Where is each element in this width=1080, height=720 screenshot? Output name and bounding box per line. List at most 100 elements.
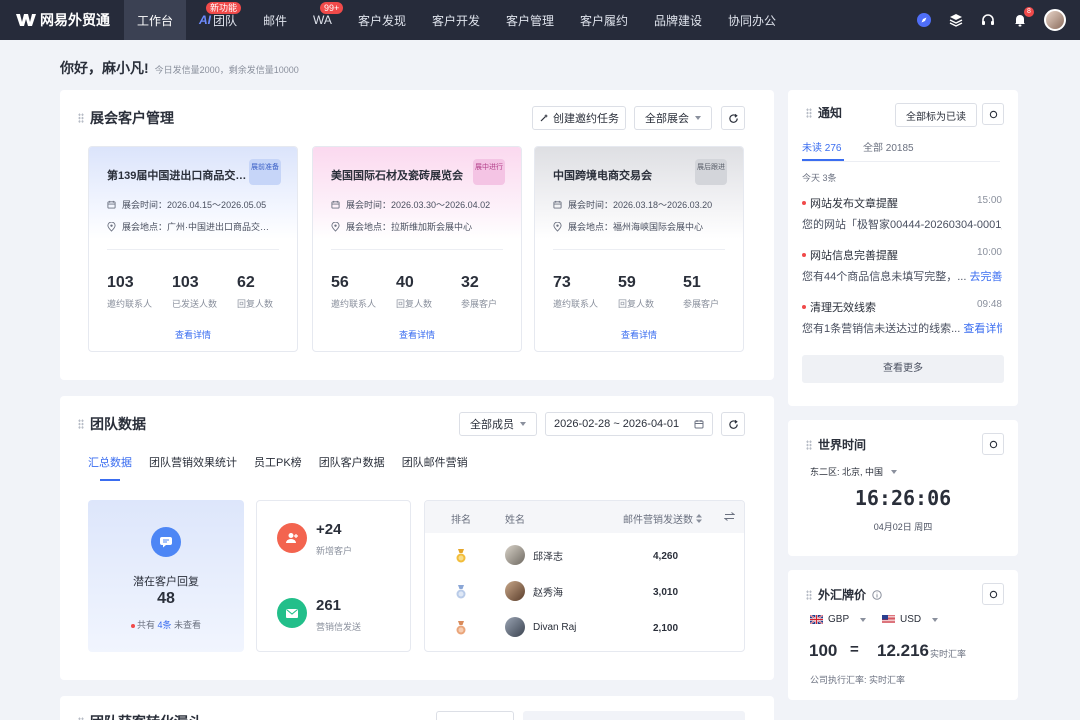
world-time-settings-button[interactable] <box>982 433 1004 455</box>
potential-replies-value: 48 <box>157 590 175 607</box>
nav-label: 团队 <box>213 13 238 28</box>
exhibition-title: 展会客户管理 <box>78 108 174 128</box>
stat-value: 59 <box>618 274 636 291</box>
forex-equals: = <box>850 641 859 658</box>
exhibition-item[interactable]: 美国国际石材及瓷砖展览会 展中进行 展会时间：2026.03.30～2026.0… <box>312 146 522 352</box>
exhibition-filter-select[interactable]: 全部展会 <box>634 106 712 130</box>
date-range-picker[interactable]: 2026-02-28 ~ 2026-04-01 <box>545 412 713 436</box>
drag-handle-icon[interactable] <box>806 107 812 118</box>
tab-summary[interactable]: 汇总数据 <box>88 454 132 481</box>
potential-replies-label: 潜在客户回复 <box>133 576 199 588</box>
funnel-title: 团队获客转化漏斗 <box>78 712 202 720</box>
notice-settings-button[interactable] <box>982 103 1004 125</box>
layers-icon[interactable] <box>948 12 964 28</box>
tab-team-mail-marketing[interactable]: 团队邮件营销 <box>402 454 468 470</box>
exhibition-time: 展会时间：2026.04.15～2026.05.05 <box>107 198 287 211</box>
drag-handle-icon[interactable] <box>806 589 812 600</box>
view-details-link[interactable]: 查看详情 <box>313 328 521 341</box>
exhibition-place: 展会地点：拉斯维加斯会展中心 <box>331 220 511 233</box>
info-icon[interactable] <box>872 589 882 600</box>
stat: 32 参展客户 <box>461 273 497 310</box>
exhibition-item[interactable]: 中国跨境电商交易会 展后跟进 展会时间：2026.03.18～2026.03.2… <box>534 146 744 352</box>
time-value: 2026.03.30～2026.04.02 <box>391 200 491 210</box>
drag-handle-icon[interactable] <box>806 439 812 450</box>
compass-icon[interactable] <box>916 12 932 28</box>
forex-settings-button[interactable] <box>982 583 1004 605</box>
avatar[interactable] <box>1044 9 1066 31</box>
swap-icon[interactable] <box>724 512 735 521</box>
avatar <box>505 545 525 565</box>
stat-value: 103 <box>172 274 199 291</box>
from-currency-select[interactable]: GBP <box>810 614 867 625</box>
create-invite-button[interactable]: 创建邀约任务 <box>532 106 626 130</box>
notice-item[interactable]: 网站发布文章提醒 15:00 您的网站「极智家00444-20260304-00… <box>802 195 1002 232</box>
nav-customer-management[interactable]: 客户管理 <box>493 0 567 40</box>
headset-icon[interactable] <box>980 12 996 28</box>
wa-count-badge: 99+ <box>320 2 344 14</box>
brand[interactable]: 网易外贸通 <box>0 0 124 40</box>
notice-item-title: 网站信息完善提醒 <box>810 250 898 262</box>
funnel-title-text: 团队获客转化漏斗 <box>90 712 202 720</box>
table-row[interactable]: 赵秀海 3,010 <box>425 575 744 611</box>
table-row[interactable]: Divan Raj 2,100 <box>425 611 744 647</box>
nav-label: 品牌建设 <box>654 13 703 28</box>
nav-collaboration[interactable]: 协同办公 <box>715 0 789 40</box>
nav-label: 客户开发 <box>431 13 480 28</box>
view-details-link[interactable]: 查看详情 <box>963 323 1002 335</box>
unread-dot-icon <box>802 305 806 309</box>
notice-item[interactable]: 清理无效线索 09:48 您有1条营销信未送达过的线索... 查看详情 <box>802 299 1002 336</box>
nav-mail[interactable]: 邮件 <box>250 0 300 40</box>
view-more-button[interactable]: 查看更多 <box>802 355 1004 383</box>
nav-brand-building[interactable]: 品牌建设 <box>641 0 715 40</box>
red-dot-icon <box>130 623 135 628</box>
tab-employee-pk[interactable]: 员工PK榜 <box>254 454 302 470</box>
view-details-link[interactable]: 查看详情 <box>535 328 743 341</box>
notice-item-desc: 您有1条营销信未送达过的线索... <box>802 323 961 335</box>
silver-medal-icon <box>456 585 466 599</box>
place-value: 拉斯维加斯会展中心 <box>391 222 473 232</box>
bell-icon[interactable]: 8 <box>1012 7 1034 28</box>
nav-customer-discovery[interactable]: 客户发现 <box>345 0 419 40</box>
main-nav: 工作台 AI 团队 新功能 邮件 WA 99+ 客户发现 客户开发 客户管理 客… <box>124 0 789 40</box>
nav-team[interactable]: AI 团队 新功能 <box>186 0 250 40</box>
metric-header-text: 邮件营销发送数 <box>623 515 693 526</box>
nav-customer-development[interactable]: 客户开发 <box>419 0 493 40</box>
view-details-link[interactable]: 查看详情 <box>89 328 297 341</box>
table-row[interactable]: 邱泽志 4,260 <box>425 539 744 575</box>
brand-logo-icon <box>16 14 36 26</box>
drag-handle-icon[interactable] <box>78 113 84 123</box>
tab-team-customers[interactable]: 团队客户数据 <box>319 454 385 470</box>
funnel-segment-control[interactable] <box>523 711 745 720</box>
refresh-button[interactable] <box>721 106 745 130</box>
member-filter-select[interactable]: 全部成员 <box>459 412 537 436</box>
stat-value: 103 <box>107 274 134 291</box>
refresh-button[interactable] <box>721 412 745 436</box>
nav-label: 客户管理 <box>505 13 554 28</box>
drag-handle-icon[interactable] <box>78 419 84 429</box>
divider <box>802 161 1000 162</box>
to-currency-select[interactable]: USD <box>882 614 939 625</box>
stat: 59 回复人数 <box>618 273 654 310</box>
rank-header: 排名 <box>451 515 471 526</box>
timezone-select[interactable]: 东二区: 北京, 中国 <box>810 465 898 478</box>
us-flag-icon <box>882 615 895 624</box>
tab-marketing-effect[interactable]: 团队营销效果统计 <box>149 454 237 470</box>
tab-all[interactable]: 全部 20185 <box>863 139 914 154</box>
place-value: 广州·中国进出口商品交易会展馆 <box>167 222 272 232</box>
exhibition-item[interactable]: 第139届中国进出口商品交易会 展前准备 展会时间：2026.04.15～202… <box>88 146 298 352</box>
tab-unread[interactable]: 未读 276 <box>802 139 841 154</box>
place-prefix: 展会地点： <box>346 222 392 232</box>
caret-down-icon <box>891 469 898 474</box>
complete-link[interactable]: 去完善 <box>969 271 1002 283</box>
nav-wa[interactable]: WA 99+ <box>300 0 345 40</box>
nav-customer-fulfillment[interactable]: 客户履约 <box>567 0 641 40</box>
mail-icon <box>277 598 307 628</box>
nav-workbench[interactable]: 工作台 <box>124 0 187 40</box>
mark-all-read-button[interactable]: 全部标为已读 <box>895 103 977 127</box>
note-count[interactable]: 4条 <box>157 620 171 630</box>
notification-badge: 8 <box>1024 7 1034 17</box>
metric-header[interactable]: 邮件营销发送数 <box>623 511 702 526</box>
member-filter-label: 全部成员 <box>470 419 514 431</box>
notice-item[interactable]: 网站信息完善提醒 10:00 您有44个商品信息未填写完整，... 去完善 <box>802 247 1002 284</box>
funnel-filter-select[interactable] <box>436 711 514 720</box>
